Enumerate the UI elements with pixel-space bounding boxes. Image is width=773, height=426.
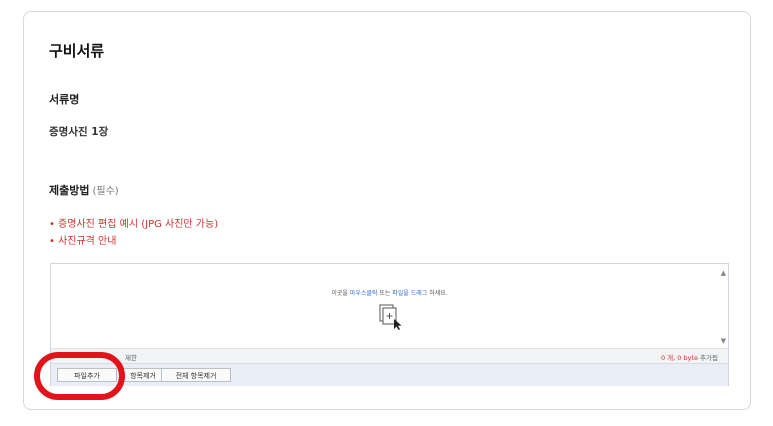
required-documents-card: 구비서류 서류명 증명사진 1장 제출방법 (필수) • 증명사진 편집 예시 (… <box>23 11 751 410</box>
scroll-down-icon[interactable]: ▼ <box>721 337 726 345</box>
upload-limit-text: 제한 <box>125 354 137 362</box>
document-name-value: 증명사진 1장 <box>49 126 109 138</box>
drop-text-drag: 파일을 드래그 <box>392 290 428 297</box>
add-file-button[interactable]: 파일추가 <box>57 368 117 382</box>
remove-all-button[interactable]: 전체 항목제거 <box>161 368 231 382</box>
remove-item-button[interactable]: 항목제거 <box>119 368 167 382</box>
file-uploader: 이곳을 마우스클릭 또는 파일을 드래그 하세요. ▲ ▼ 제한 0 개, 0 … <box>50 263 729 386</box>
submission-method: 제출방법 (필수) <box>49 182 119 198</box>
upload-count: 0 개, 0 byte 추가됨 <box>661 352 718 362</box>
section-title: 구비서류 <box>49 42 105 60</box>
upload-button-bar: 항목제거 전체 항목제거 파일추가 <box>51 363 728 386</box>
required-note: (필수) <box>92 186 119 197</box>
drop-text-post: 하세요. <box>427 290 448 297</box>
drop-text-pre: 이곳을 <box>331 290 350 297</box>
file-add-cursor-icon <box>379 304 402 330</box>
submission-method-label: 제출방법 <box>49 184 90 197</box>
drop-text-click: 마우스클릭 <box>349 290 378 297</box>
scroll-up-icon[interactable]: ▲ <box>721 269 726 277</box>
document-name-label: 서류명 <box>49 93 80 106</box>
upload-count-value: 0 개, 0 byte <box>660 354 698 362</box>
photo-spec-guide-link[interactable]: • 사진규격 안내 <box>49 232 116 247</box>
upload-count-suffix: 추가됨 <box>697 354 718 362</box>
photo-edit-example-link[interactable]: • 증명사진 편집 예시 (JPG 사진만 가능) <box>49 215 218 230</box>
drop-instruction: 이곳을 마우스클릭 또는 파일을 드래그 하세요. <box>51 288 728 297</box>
file-drop-area[interactable]: 이곳을 마우스클릭 또는 파일을 드래그 하세요. ▲ ▼ <box>51 264 728 348</box>
drop-text-mid: 또는 <box>377 290 393 297</box>
upload-info-bar: 제한 0 개, 0 byte 추가됨 <box>51 348 728 363</box>
